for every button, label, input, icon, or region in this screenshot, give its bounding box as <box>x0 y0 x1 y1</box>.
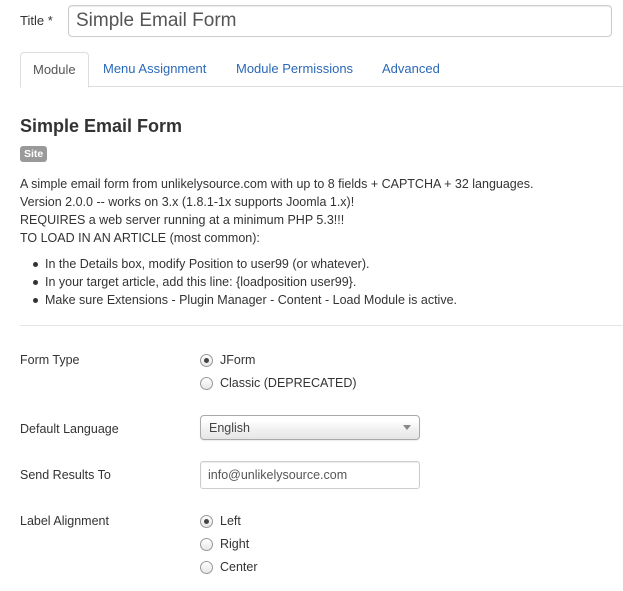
bullet-icon <box>33 280 38 285</box>
send-results-label: Send Results To <box>20 468 111 482</box>
default-language-label: Default Language <box>20 422 119 436</box>
form-type-label: Form Type <box>20 353 80 367</box>
description-line: REQUIRES a web server running at a minim… <box>20 213 345 227</box>
radio-label: Classic (DEPRECATED) <box>220 376 357 390</box>
module-tabs: Module Menu Assignment Module Permission… <box>20 52 623 88</box>
title-label: Title * <box>20 13 53 28</box>
chevron-down-icon <box>403 425 411 430</box>
description-line: TO LOAD IN AN ARTICLE (most common): <box>20 231 260 245</box>
radio-unchecked-icon[interactable] <box>200 376 213 390</box>
list-item-text: Make sure Extensions - Plugin Manager - … <box>45 293 458 307</box>
radio-checked-icon[interactable] <box>200 353 213 367</box>
radio-unchecked-icon[interactable] <box>200 537 213 551</box>
bullet-icon <box>33 262 38 267</box>
radio-label: Left <box>220 514 241 528</box>
radio-unchecked-icon[interactable] <box>200 560 213 574</box>
tab-module[interactable]: Module <box>20 52 89 88</box>
instructions-list: In the Details box, modify Position to u… <box>20 255 620 309</box>
title-row: Title * <box>20 5 612 37</box>
tab-menu-assignment[interactable]: Menu Assignment <box>91 52 218 87</box>
label-alignment-option-right[interactable]: Right <box>200 535 249 553</box>
divider <box>20 325 623 326</box>
site-badge: Site <box>20 146 48 162</box>
form-type-option-jform[interactable]: JForm <box>200 351 255 369</box>
tab-module-permissions[interactable]: Module Permissions <box>224 52 365 87</box>
module-description: A simple email form from unlikelysource.… <box>20 175 620 247</box>
bullet-icon <box>33 298 38 303</box>
list-item: Make sure Extensions - Plugin Manager - … <box>20 291 620 309</box>
default-language-select[interactable]: English <box>200 415 420 440</box>
list-item: In the Details box, modify Position to u… <box>20 255 620 273</box>
default-language-value: English <box>209 421 250 435</box>
list-item: In your target article, add this line: {… <box>20 273 620 291</box>
radio-label: JForm <box>220 353 256 367</box>
label-alignment-option-left[interactable]: Left <box>200 512 241 530</box>
form-type-option-classic[interactable]: Classic (DEPRECATED) <box>200 374 357 392</box>
tab-advanced[interactable]: Advanced <box>370 52 452 87</box>
label-alignment-option-center[interactable]: Center <box>200 558 258 576</box>
title-input[interactable] <box>68 5 612 37</box>
radio-label: Right <box>220 537 250 551</box>
description-line: Version 2.0.0 -- works on 3.x (1.8.1-1x … <box>20 195 355 209</box>
radio-label: Center <box>220 560 258 574</box>
list-item-text: In your target article, add this line: {… <box>45 275 357 289</box>
radio-checked-icon[interactable] <box>200 514 213 528</box>
send-results-input[interactable] <box>200 461 420 489</box>
list-item-text: In the Details box, modify Position to u… <box>45 257 370 271</box>
label-alignment-label: Label Alignment <box>20 514 109 528</box>
description-line: A simple email form from unlikelysource.… <box>20 177 534 191</box>
module-heading: Simple Email Form <box>20 116 183 136</box>
